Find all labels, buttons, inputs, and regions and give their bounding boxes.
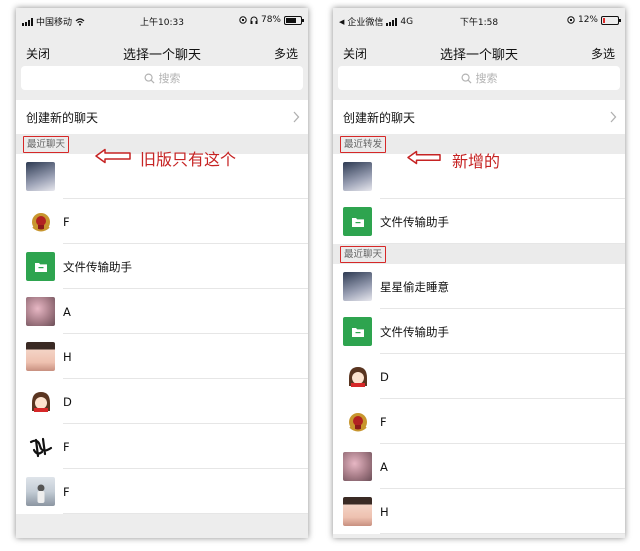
contact-item[interactable]: H [16,334,308,379]
contact-name: F [63,484,70,499]
avatar-night-photo [343,272,372,301]
contact-list: F 文件传输助手 A H D F F [16,154,308,514]
create-new-chat-label: 创建新的聊天 [343,110,416,125]
page-title: 选择一个聊天 [122,48,201,63]
battery-icon [284,15,304,25]
annotation-new-label: 新增的 [452,152,501,171]
arrow-left-icon [95,148,131,164]
status-bar: ◀ 企业微信 4G 下午1:58 12% [333,8,625,32]
contact-name: A [63,304,71,319]
avatar-blossom [26,297,55,326]
contact-item[interactable]: F [333,399,625,444]
contact-item[interactable]: 文件传输助手 [333,199,625,244]
contact-item[interactable]: 文件传输助手 [16,244,308,289]
folder-icon [343,317,372,346]
contact-name: F [63,439,70,454]
orientation-lock-icon [239,16,247,24]
contact-item[interactable]: D [16,379,308,424]
contact-item[interactable]: A [333,444,625,489]
avatar-person-photo [26,477,55,506]
contact-item[interactable]: H [333,489,625,534]
folder-icon [26,252,55,281]
avatar-girl-photo [343,497,372,526]
contact-item[interactable]: 文件传输助手 [333,309,625,354]
highlight-box: 最近聊天 [340,245,387,263]
search-placeholder: 搜索 [475,72,498,85]
contact-name: 星星偷走睡意 [380,279,449,294]
contact-name: A [380,459,388,474]
avatar-night-photo [343,162,372,191]
multi-select-button[interactable]: 多选 [591,45,615,62]
chevron-right-icon [610,111,617,123]
avatar-calligraphy [26,432,55,461]
contact-item[interactable]: F [16,469,308,514]
create-new-chat-item[interactable]: 创建新的聊天 [333,100,625,134]
multi-select-button[interactable]: 多选 [274,45,298,62]
contact-name: F [63,214,70,229]
phone-screenshot-new: ◀ 企业微信 4G 下午1:58 12% 关闭 选择一个聊天 多选 搜索 创建新… [333,8,625,538]
status-bar: 中国移动 上午10:33 78% [16,8,308,32]
avatar-night-photo [26,162,55,191]
contact-item[interactable]: F [16,424,308,469]
highlight-box: 最近转发 [340,135,387,153]
headphones-icon [250,16,258,24]
contact-item[interactable]: D [333,354,625,399]
contact-name: 文件传输助手 [380,324,449,339]
avatar-girl-photo [26,342,55,371]
arrow-left-icon [407,150,441,165]
nav-bar: 关闭 选择一个聊天 多选 [333,32,625,66]
contact-name: F [380,414,387,429]
contact-name: 文件传输助手 [63,259,132,274]
avatar-emblem [26,207,55,236]
create-new-chat-item[interactable]: 创建新的聊天 [16,100,308,134]
contact-name: D [63,394,72,409]
avatar-blossom [343,452,372,481]
battery-icon [601,15,621,25]
nav-bar: 关闭 选择一个聊天 多选 [16,32,308,66]
search-input[interactable]: 搜索 [338,66,620,90]
search-icon [144,73,155,84]
avatar-cartoon-girl [26,387,55,416]
phone-screenshot-old: 中国移动 上午10:33 78% 关闭 选择一个聊天 多选 搜索 创建新的聊天 … [16,8,308,538]
battery-percent: 12% [577,15,598,25]
create-new-chat-label: 创建新的聊天 [26,110,99,125]
annotation-old-label: 旧版只有这个 [140,150,237,169]
avatar-cartoon-girl [343,362,372,391]
recent-chats-header: 最近聊天 [333,244,625,264]
avatar-emblem [343,407,372,436]
highlight-box: 最近聊天 [23,135,70,153]
contact-list: 星星偷走睡意 文件传输助手 D F A H [333,264,625,534]
contact-item[interactable]: F [16,199,308,244]
battery-percent: 78% [260,15,281,25]
search-icon [461,73,472,84]
contact-name: 文件传输助手 [380,214,449,229]
folder-icon [343,207,372,236]
contact-item[interactable]: A [16,289,308,334]
orientation-lock-icon [567,16,575,24]
contact-name: H [380,504,389,519]
contact-item[interactable]: 星星偷走睡意 [333,264,625,309]
contact-name: D [380,369,389,384]
search-placeholder: 搜索 [158,72,181,85]
contact-name: H [63,349,72,364]
search-input[interactable]: 搜索 [21,66,303,90]
chevron-right-icon [293,111,300,123]
page-title: 选择一个聊天 [439,48,518,63]
